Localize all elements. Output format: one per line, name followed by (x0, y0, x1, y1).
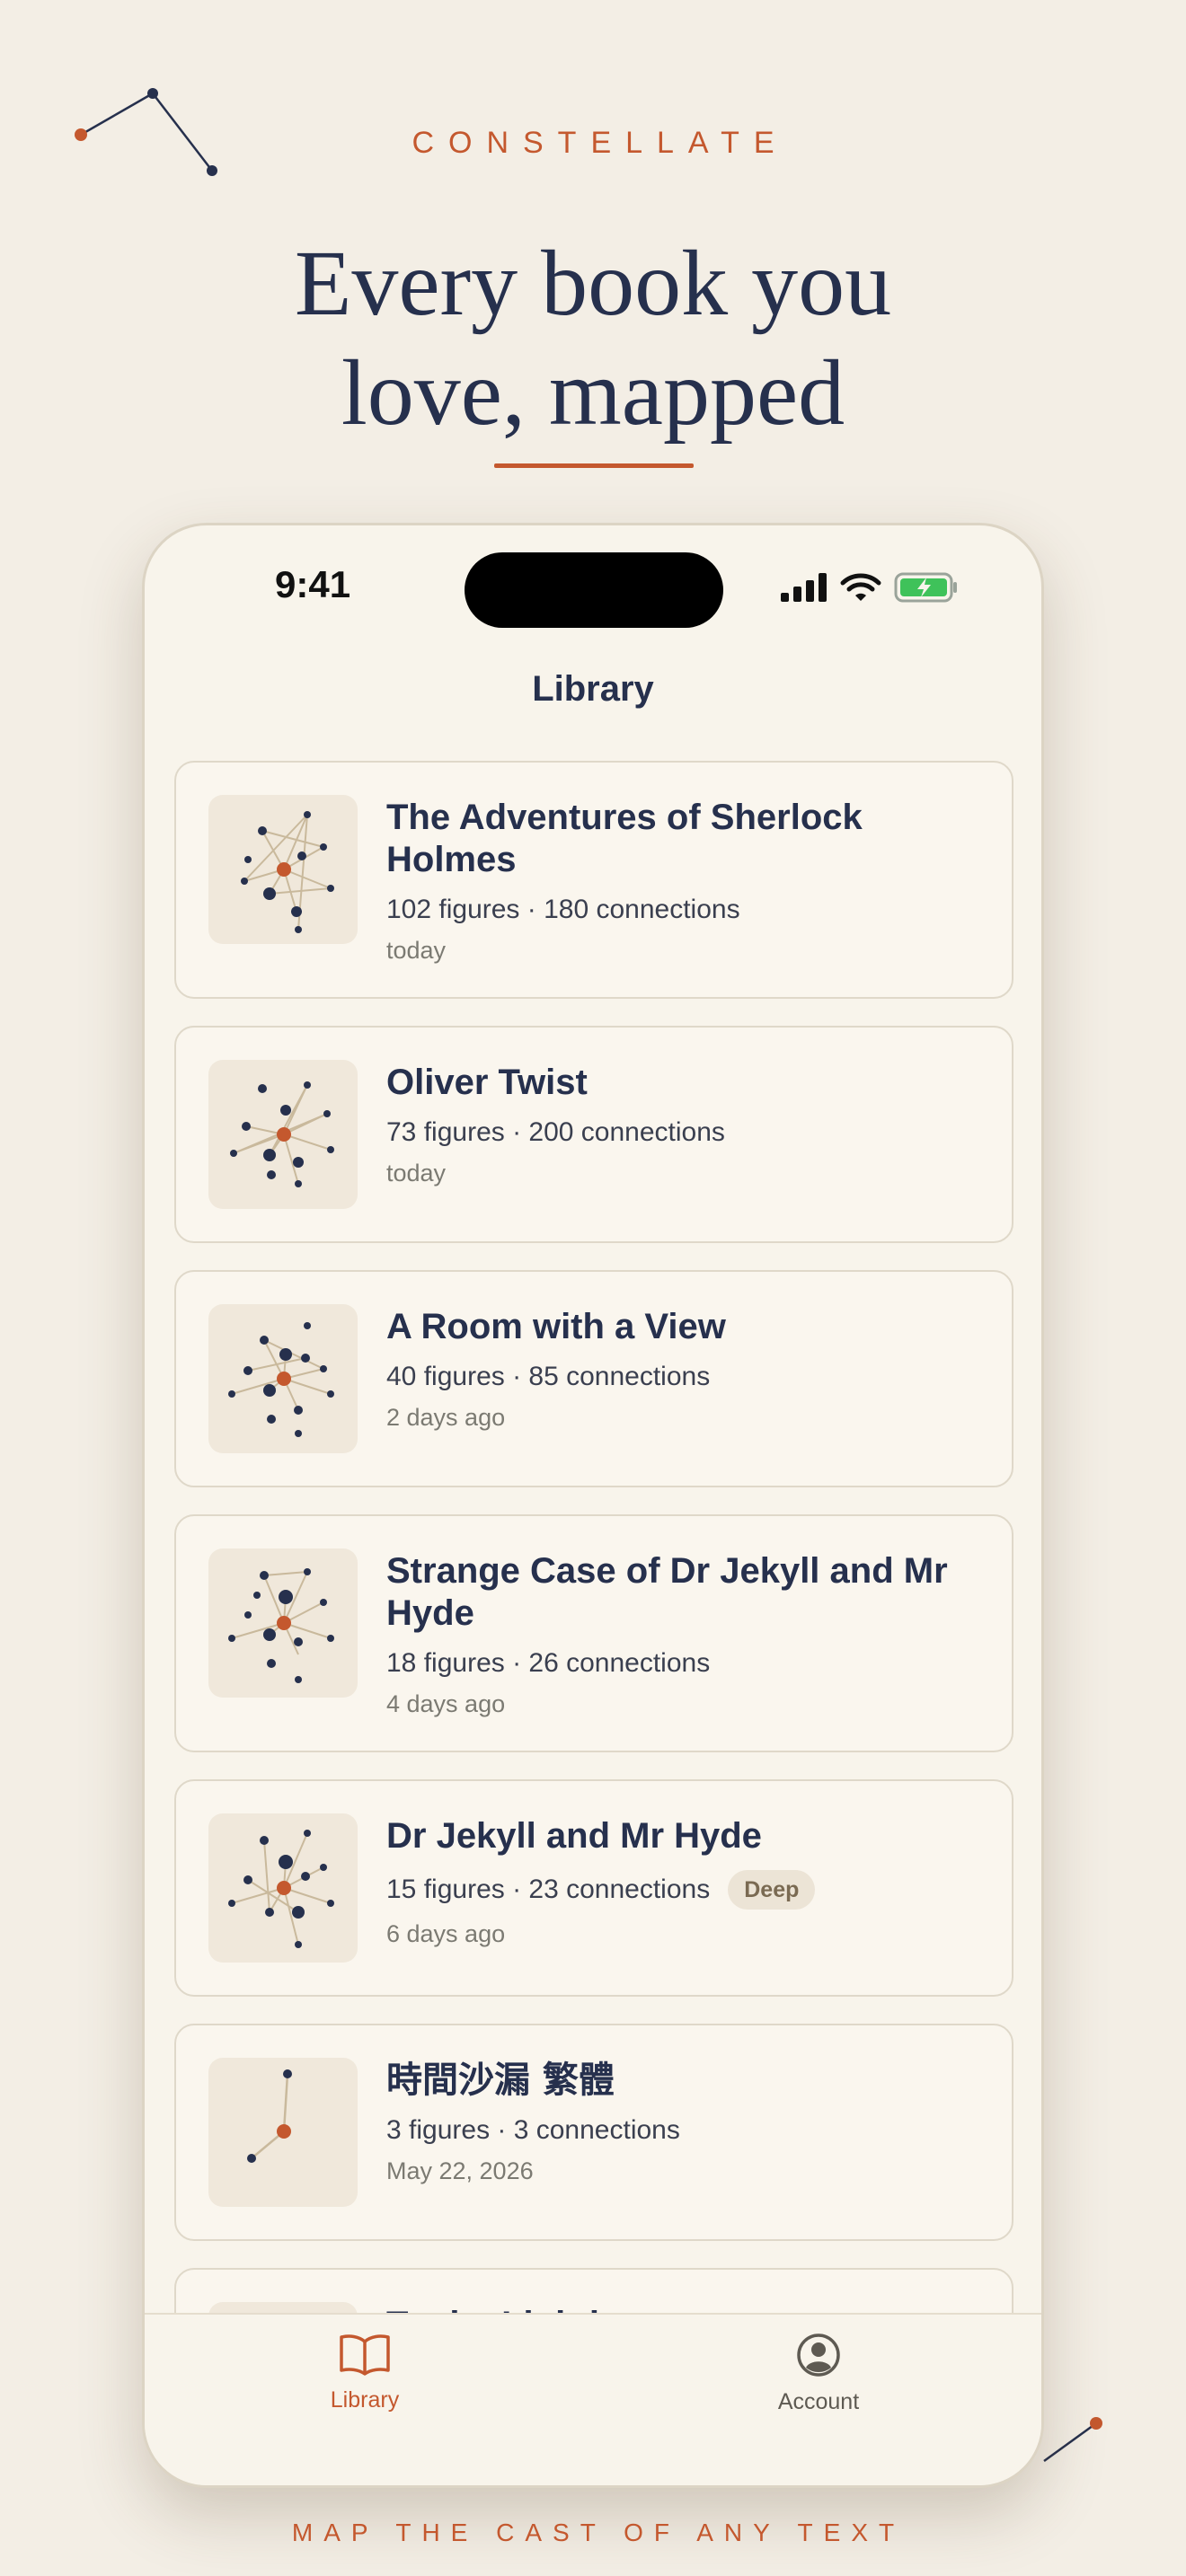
book-updated: today (386, 1160, 447, 1187)
book-card[interactable]: Oliver Twist 73 figures · 200 connection… (174, 1026, 1013, 1243)
tab-library[interactable]: Library (257, 2333, 473, 2413)
brand-name: CONSTELLATE (412, 126, 789, 160)
constellation-thumbnail (208, 1548, 358, 1698)
person-icon (797, 2333, 840, 2377)
constellation-thumbnail (208, 795, 358, 944)
book-updated: May 22, 2026 (386, 2157, 534, 2184)
depth-badge: Deep (728, 1870, 816, 1910)
book-card[interactable]: 時間沙漏 繁體 3 figures · 3 connections May 22… (174, 2024, 1013, 2241)
book-stats-text: 18 figures · 26 connections (386, 1648, 711, 1678)
headline-underline (494, 463, 694, 468)
book-updated: today (386, 937, 447, 964)
headline-line-1: Every book you (294, 232, 892, 335)
book-list[interactable]: The Adventures of Sherlock Holmes 102 fi… (174, 761, 1013, 2325)
constellation-thumbnail (208, 1060, 358, 1209)
book-stats: 3 figures · 3 connections (386, 2114, 979, 2147)
book-updated: 2 days ago (386, 1404, 506, 1431)
headline-line-2: love, mapped (341, 341, 845, 445)
tab-label: Account (777, 2389, 860, 2414)
book-icon (340, 2334, 390, 2376)
book-stats-text: 3 figures · 3 connections (386, 2115, 680, 2145)
tab-bar: Library Account (145, 2313, 1041, 2485)
book-updated: 4 days ago (386, 1690, 506, 1717)
book-title: Strange Case of Dr Jekyll and Mr Hyde (386, 1551, 948, 1633)
book-stats: 102 figures · 180 connections (386, 894, 979, 926)
book-title: A Room with a View (386, 1307, 726, 1346)
book-card[interactable]: Dr Jekyll and Mr Hyde 15 figures · 23 co… (174, 1779, 1013, 1997)
tab-label: Library (330, 2387, 400, 2413)
book-card[interactable]: The Adventures of Sherlock Holmes 102 fi… (174, 761, 1013, 999)
book-card[interactable]: A Room with a View 40 figures · 85 conne… (174, 1270, 1013, 1487)
book-title: Dr Jekyll and Mr Hyde (386, 1816, 762, 1856)
cellular-signal-icon (781, 573, 827, 602)
status-icons (781, 572, 959, 603)
book-stats-text: 73 figures · 200 connections (386, 1117, 725, 1147)
book-stats-text: 15 figures · 23 connections (386, 1875, 711, 1904)
tagline: MAP THE CAST OF ANY TEXT (291, 2519, 906, 2546)
book-stats: 73 figures · 200 connections (386, 1116, 979, 1149)
constellation-thumbnail (208, 1813, 358, 1963)
phone-frame: 9:41 Library The Adventures of Sherlock … (142, 523, 1044, 2488)
book-title: 時間沙漏 繁體 (386, 2060, 615, 2101)
tab-account[interactable]: Account (711, 2333, 926, 2415)
book-stats: 18 figures · 26 connections (386, 1647, 979, 1680)
headline: Every book you love, mapped (0, 229, 1186, 448)
status-time: 9:41 (275, 563, 351, 605)
dynamic-island (465, 552, 723, 628)
book-card[interactable]: Strange Case of Dr Jekyll and Mr Hyde 18… (174, 1514, 1013, 1752)
screen-title: Library (532, 669, 654, 709)
book-updated: 6 days ago (386, 1920, 506, 1947)
wifi-icon (840, 573, 881, 601)
constellation-thumbnail (208, 2058, 358, 2207)
constellation-thumbnail (208, 1304, 358, 1453)
book-title: The Adventures of Sherlock Holmes (386, 798, 863, 879)
book-title: Oliver Twist (386, 1063, 588, 1102)
battery-charging-icon (894, 572, 957, 603)
book-stats-text: 102 figures · 180 connections (386, 895, 740, 924)
book-stats: 40 figures · 85 connections (386, 1361, 979, 1393)
book-stats-text: 40 figures · 85 connections (386, 1362, 711, 1391)
book-stats: 15 figures · 23 connections Deep (386, 1870, 979, 1910)
